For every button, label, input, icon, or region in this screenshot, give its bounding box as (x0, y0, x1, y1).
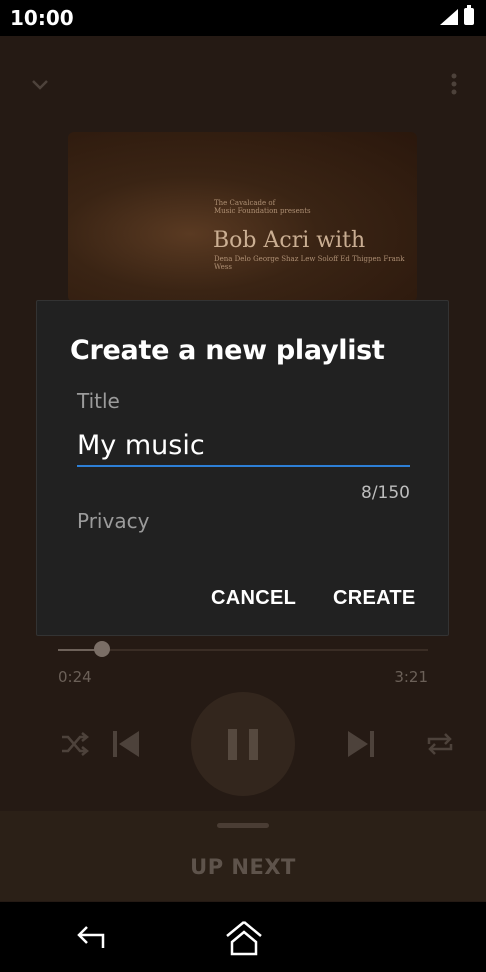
playlist-title-input[interactable] (77, 425, 410, 467)
privacy-selector[interactable]: Privacy (77, 509, 149, 533)
create-button[interactable]: CREATE (333, 587, 416, 610)
create-playlist-dialog: Create a new playlist Title 8/150 Privac… (36, 300, 449, 636)
screen: 10:00 The Cavalcade of Music Foundation … (0, 0, 486, 972)
cancel-button[interactable]: CANCEL (211, 587, 296, 610)
dialog-title: Create a new playlist (70, 335, 385, 366)
title-field-label: Title (77, 389, 120, 413)
character-counter: 8/150 (361, 483, 410, 503)
